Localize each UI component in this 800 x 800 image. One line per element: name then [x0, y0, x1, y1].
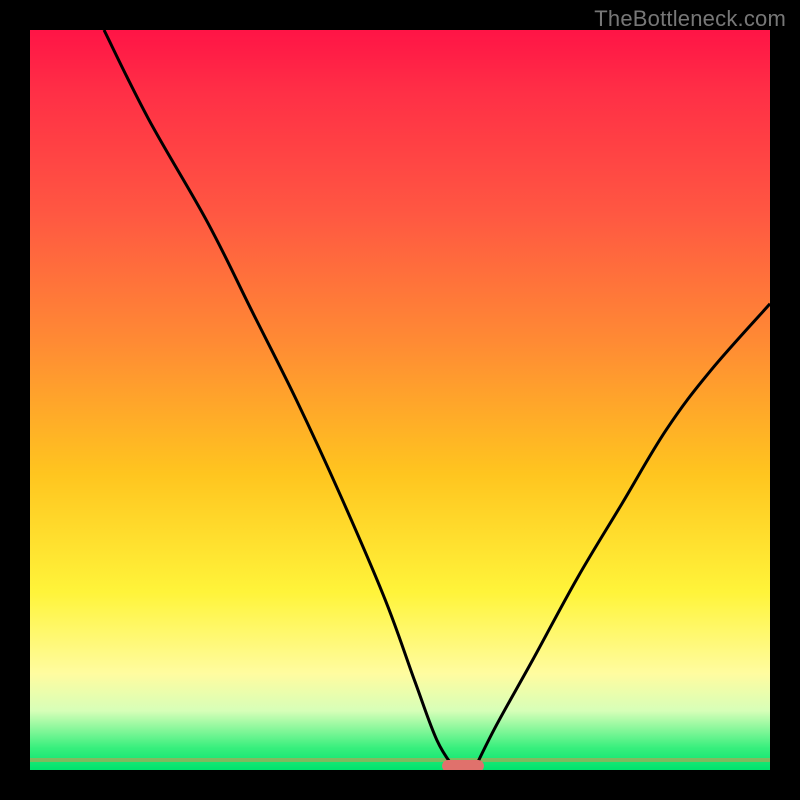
valley-marker: [442, 760, 484, 770]
curve-left-arm: [104, 30, 456, 770]
curve-right-arm: [474, 304, 770, 770]
bottleneck-curve: [30, 30, 770, 770]
chart-frame: TheBottleneck.com: [0, 0, 800, 800]
watermark-text: TheBottleneck.com: [594, 6, 786, 32]
plot-area: [30, 30, 770, 770]
